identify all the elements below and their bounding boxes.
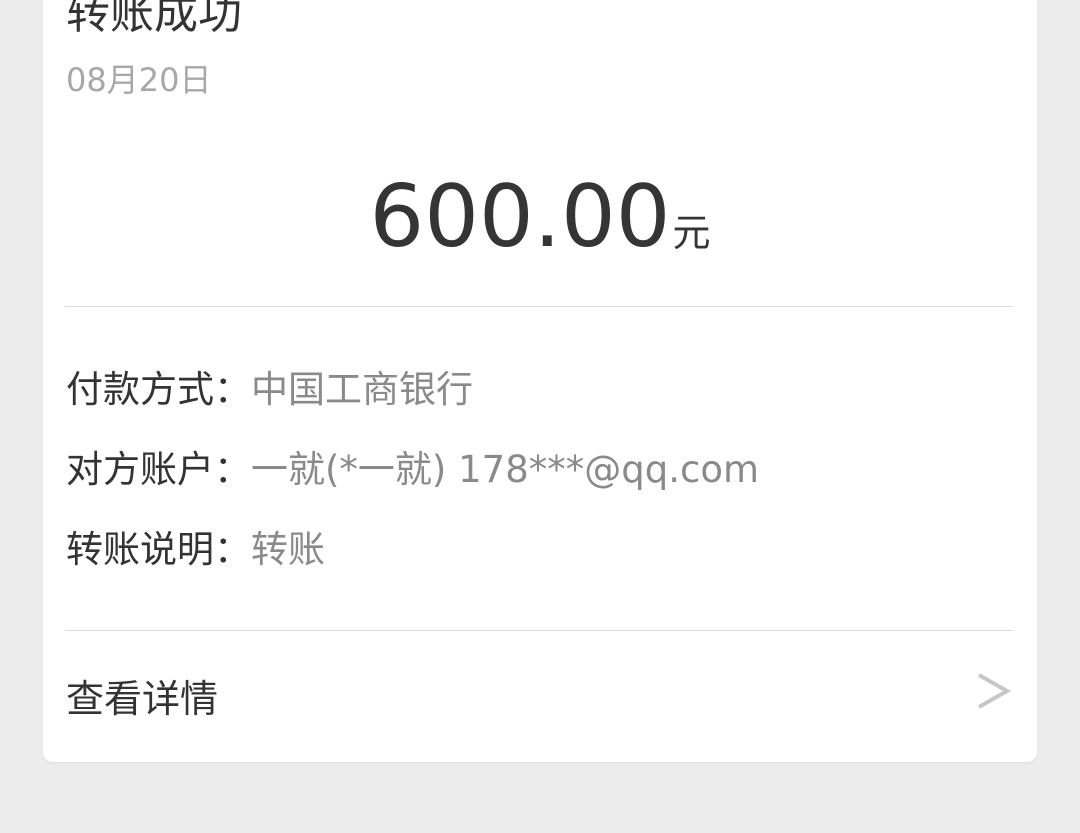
- transfer-date: 08月20日: [66, 61, 212, 99]
- info-value: 中国工商银行: [251, 368, 473, 411]
- info-row-payment-method: 付款方式：中国工商银行: [66, 366, 473, 414]
- info-value: 一就(*一就) 178***@qq.com: [251, 448, 760, 491]
- info-row-transfer-note: 转账说明：转账: [66, 526, 325, 574]
- info-label: 转账说明：: [66, 528, 251, 571]
- transfer-receipt-card: 转账成功 08月20日 600.00元 付款方式：中国工商银行 对方账户：一就(…: [43, 0, 1037, 762]
- page-title: 转账成功: [66, 0, 242, 39]
- info-value: 转账: [251, 528, 325, 571]
- info-row-recipient-account: 对方账户：一就(*一就) 178***@qq.com: [66, 446, 759, 494]
- view-details-link[interactable]: 查看详情: [43, 631, 1037, 762]
- info-label: 对方账户：: [66, 448, 251, 491]
- info-label: 付款方式：: [66, 368, 251, 411]
- view-details-label: 查看详情: [66, 677, 219, 721]
- amount-value: 600.00: [369, 167, 671, 267]
- chevron-right-icon: [978, 673, 1012, 709]
- divider: [65, 306, 1013, 307]
- amount-display: 600.00元: [43, 162, 1037, 272]
- amount-unit: 元: [672, 211, 711, 255]
